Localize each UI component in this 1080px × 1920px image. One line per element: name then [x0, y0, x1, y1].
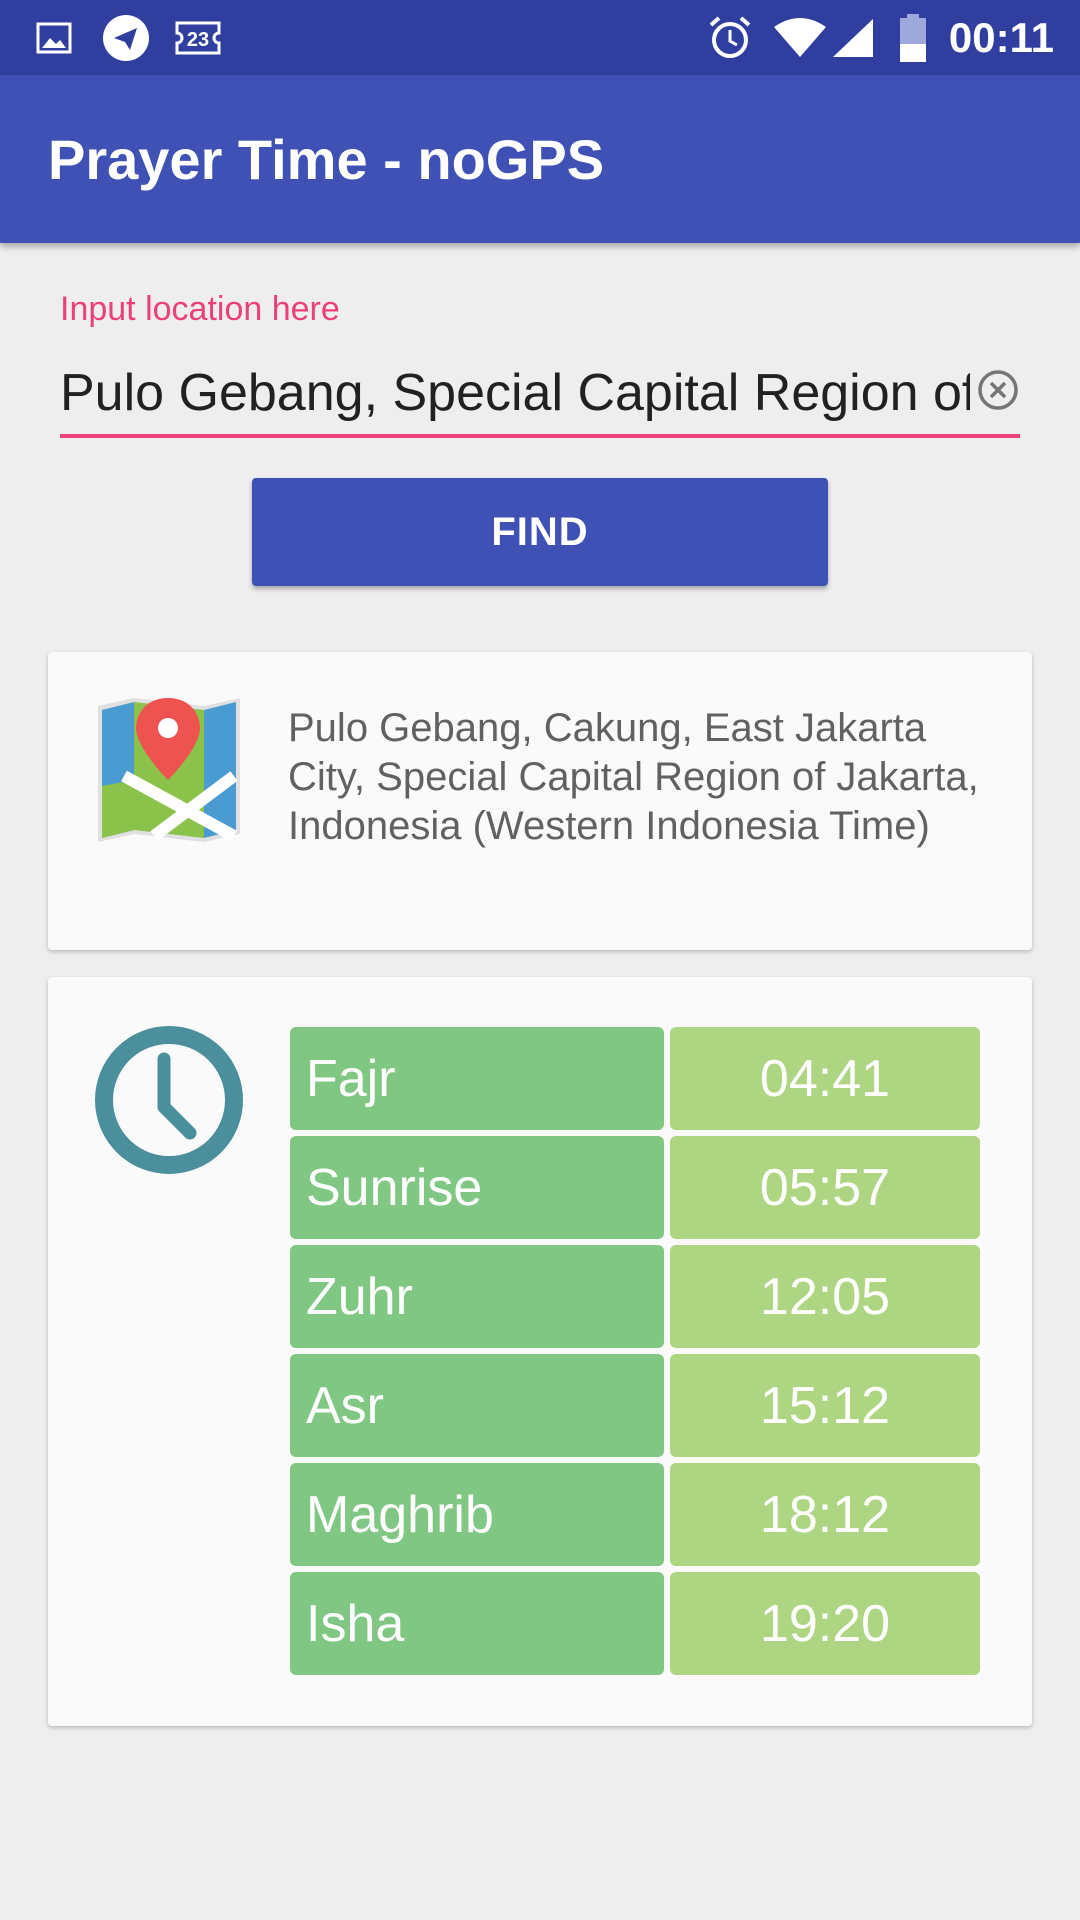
prayer-name: Isha: [290, 1572, 664, 1675]
notification-count: 23: [187, 29, 209, 51]
table-row: Maghrib 18:12: [290, 1463, 1030, 1566]
telegram-icon: [100, 14, 152, 62]
prayer-time: 15:12: [670, 1354, 980, 1457]
table-row: Asr 15:12: [290, 1354, 1030, 1457]
status-bar: 23 00:11: [0, 0, 1080, 75]
image-icon: [34, 14, 74, 62]
prayer-times-table: Fajr 04:41 Sunrise 05:57 Zuhr 12:05 Asr …: [290, 1027, 1030, 1681]
prayer-name: Zuhr: [290, 1245, 664, 1348]
battery-icon: [896, 14, 930, 62]
location-field: [60, 352, 1020, 438]
find-button[interactable]: FIND: [252, 478, 828, 586]
map-pin-icon: [94, 696, 244, 846]
location-input-label: Input location here: [60, 290, 340, 328]
table-row: Zuhr 12:05: [290, 1245, 1030, 1348]
status-time: 00:11: [948, 13, 1054, 61]
clear-icon[interactable]: [976, 368, 1020, 412]
wifi-icon: [772, 14, 828, 62]
prayer-time: 19:20: [670, 1572, 980, 1675]
prayer-name: Maghrib: [290, 1463, 664, 1566]
table-row: Sunrise 05:57: [290, 1136, 1030, 1239]
signal-icon: [830, 14, 876, 62]
prayer-name: Asr: [290, 1354, 664, 1457]
prayer-time: 12:05: [670, 1245, 980, 1348]
prayer-time: 04:41: [670, 1027, 980, 1130]
prayer-times-card: Fajr 04:41 Sunrise 05:57 Zuhr 12:05 Asr …: [48, 977, 1032, 1726]
location-input[interactable]: [60, 352, 970, 434]
prayer-time: 18:12: [670, 1463, 980, 1566]
app-title: Prayer Time - noGPS: [48, 127, 605, 191]
table-row: Fajr 04:41: [290, 1027, 1030, 1130]
prayer-name: Sunrise: [290, 1136, 664, 1239]
calendar-icon: 23: [170, 14, 226, 62]
prayer-time: 05:57: [670, 1136, 980, 1239]
prayer-name: Fajr: [290, 1027, 664, 1130]
app-bar: Prayer Time - noGPS: [0, 75, 1080, 243]
alarm-icon: [706, 14, 754, 62]
table-row: Isha 19:20: [290, 1572, 1030, 1675]
location-card: Pulo Gebang, Cakung, East Jakarta City, …: [48, 652, 1032, 950]
clock-icon: [94, 1025, 244, 1175]
location-address: Pulo Gebang, Cakung, East Jakarta City, …: [288, 706, 979, 848]
